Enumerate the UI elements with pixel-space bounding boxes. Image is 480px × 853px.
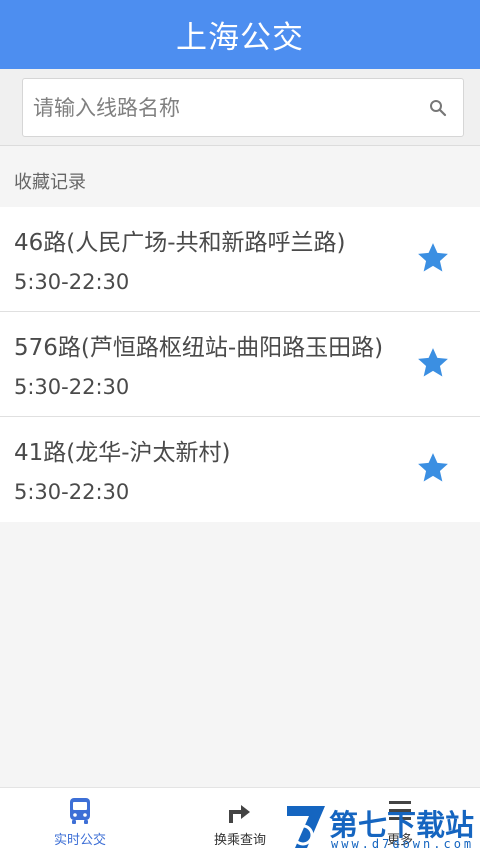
nav-transfer-query[interactable]: 换乘查询: [180, 788, 300, 853]
favorite-route-item[interactable]: 46路(人民广场-共和新路呼兰路) 5:30-22:30: [0, 207, 480, 312]
bus-icon: [70, 798, 90, 824]
route-time: 5:30-22:30: [14, 270, 130, 294]
nav-label: 换乘查询: [213, 833, 266, 848]
search-bar: [0, 69, 480, 146]
watermark-url: www.d7down.com: [331, 837, 475, 851]
route-time: 5:30-22:30: [14, 480, 130, 504]
favorite-route-item[interactable]: 576路(芦恒路枢纽站-曲阳路玉田路) 5:30-22:30: [0, 312, 480, 417]
search-box[interactable]: [22, 78, 464, 137]
nav-label: 实时公交: [53, 833, 106, 848]
favorites-list: 46路(人民广场-共和新路呼兰路) 5:30-22:30 576路(芦恒路枢纽站…: [0, 207, 480, 522]
app-bar: 上海公交: [0, 0, 480, 69]
star-icon[interactable]: [416, 451, 450, 485]
route-name: 576路(芦恒路枢纽站-曲阳路玉田路): [14, 335, 384, 361]
search-icon[interactable]: [429, 99, 447, 117]
route-time: 5:30-22:30: [14, 375, 130, 399]
search-input[interactable]: [33, 79, 423, 136]
route-name: 41路(龙华-沪太新村): [14, 440, 231, 466]
watermark-logo-icon: [287, 806, 325, 848]
favorites-heading: 收藏记录: [14, 172, 86, 193]
transfer-arrow-icon: [229, 805, 250, 823]
star-icon[interactable]: [416, 346, 450, 380]
star-icon[interactable]: [416, 241, 450, 275]
favorite-route-item[interactable]: 41路(龙华-沪太新村) 5:30-22:30: [0, 417, 480, 522]
nav-realtime-bus[interactable]: 实时公交: [20, 788, 140, 853]
app-title: 上海公交: [176, 20, 304, 56]
watermark: 第七下载站 www.d7down.com: [283, 800, 480, 853]
route-name: 46路(人民广场-共和新路呼兰路): [14, 230, 346, 256]
